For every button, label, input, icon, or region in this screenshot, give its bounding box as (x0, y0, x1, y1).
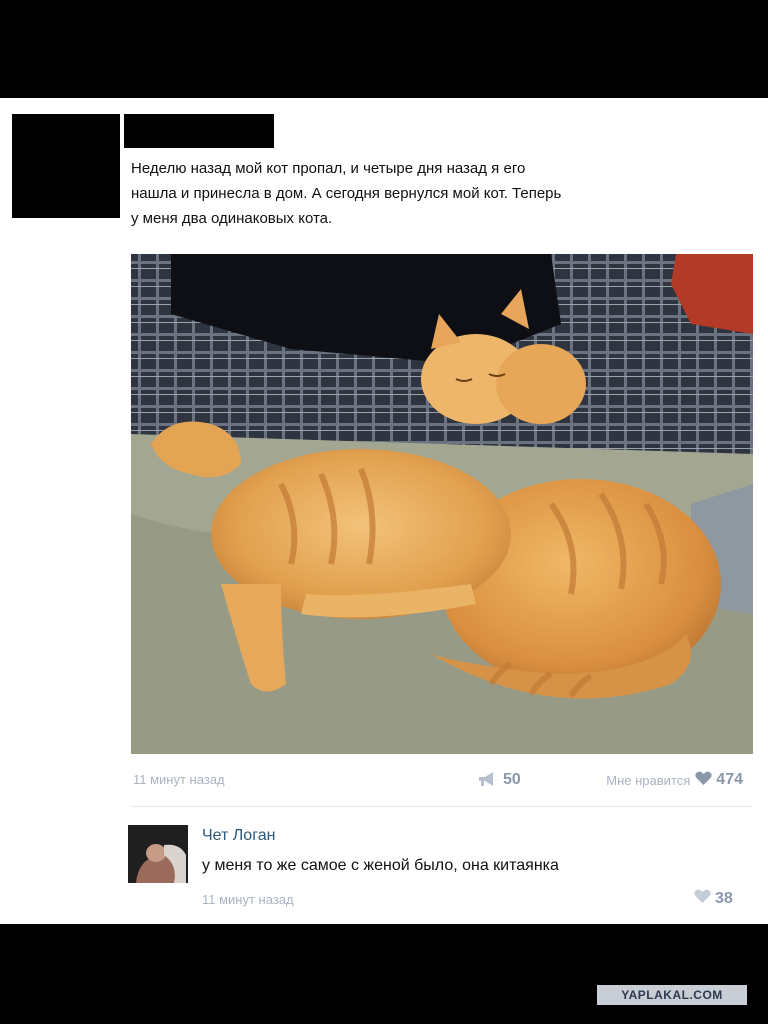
post-text: Неделю назад мой кот пропал, и четыре дн… (131, 156, 731, 231)
heart-icon (694, 889, 711, 909)
post-text-line: Неделю назад мой кот пропал, и четыре дн… (131, 160, 526, 177)
post-text-line: нашла и принесла в дом. А сегодня вернул… (131, 185, 562, 202)
heart-icon (695, 771, 712, 789)
megaphone-icon (477, 771, 499, 790)
like-button[interactable]: Мне нравится 474 (606, 770, 743, 790)
like-label: Мне нравится (606, 772, 691, 788)
comment-author-link[interactable]: Чет Логан (202, 827, 275, 845)
comment-like-count: 38 (715, 890, 733, 907)
like-count: 474 (716, 771, 743, 788)
comment-avatar[interactable] (128, 825, 188, 883)
post-photo[interactable] (131, 254, 753, 754)
comment-time[interactable]: 11 минут назад (202, 892, 294, 907)
share-button[interactable]: 50 (477, 770, 521, 790)
post-meta-row: 11 минут назад 50 Мне нравится 474 (131, 770, 743, 790)
divider (131, 806, 753, 807)
comment-like-button[interactable]: 38 (694, 889, 733, 909)
redacted-avatar (12, 114, 120, 218)
redacted-author-name (124, 114, 274, 148)
comment-text: у меня то же самое с женой было, она кит… (202, 857, 559, 874)
cats-photo-illustration (131, 254, 753, 754)
site-watermark: YAPLAKAL.COM (597, 985, 747, 1005)
share-count: 50 (503, 771, 521, 788)
commenter-photo (128, 825, 188, 883)
post-text-line: у меня два одинаковых кота. (131, 210, 333, 227)
post-time[interactable]: 11 минут назад (133, 772, 225, 787)
post-card: Неделю назад мой кот пропал, и четыре дн… (0, 98, 768, 924)
